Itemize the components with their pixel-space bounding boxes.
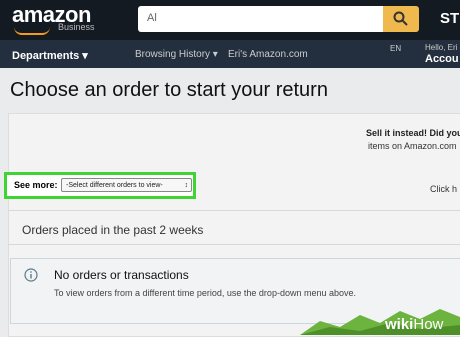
divider (8, 244, 460, 245)
departments-menu[interactable]: Departments ▾ (12, 49, 88, 62)
language-selector[interactable]: EN (390, 44, 401, 53)
amazon-com-link[interactable]: Eri's Amazon.com (228, 49, 308, 60)
alert-title: No orders or transactions (54, 268, 189, 282)
nav-bar: Departments ▾ Browsing History ▾ Eri's A… (0, 40, 460, 68)
info-icon (24, 268, 38, 282)
order-period-select[interactable]: -Select different orders to view- ↕ (61, 178, 192, 192)
orders-period-heading: Orders placed in the past 2 weeks (22, 223, 204, 237)
header-bar: amazon Business Al ST (0, 0, 460, 40)
logo-subtitle: Business (58, 22, 95, 32)
search-button[interactable] (383, 6, 419, 32)
alert-text: To view orders from a different time per… (54, 288, 356, 298)
wikihow-wiki-text: wiki (385, 316, 414, 333)
wikihow-watermark: wikiHow (385, 316, 443, 333)
browsing-history-link[interactable]: Browsing History ▾ (135, 49, 218, 60)
search-input-value: Al (147, 12, 157, 24)
see-more-filter: See more: -Select different orders to vi… (4, 172, 196, 199)
sell-instead-text: items on Amazon.com (368, 141, 457, 151)
click-here-link[interactable]: Click h (430, 184, 457, 194)
divider (8, 210, 460, 211)
order-period-select-value: -Select different orders to view- (66, 182, 163, 189)
header-right-text[interactable]: ST (440, 10, 459, 27)
wikihow-how-text: How (413, 316, 444, 333)
see-more-label: See more: (14, 180, 58, 190)
hello-greeting: Hello, Eri (425, 43, 458, 52)
search-input[interactable]: Al (138, 6, 383, 32)
page-title: Choose an order to start your return (10, 79, 328, 101)
select-arrows-icon: ↕ (184, 182, 189, 189)
search-icon (393, 11, 408, 26)
account-menu[interactable]: Accou (425, 53, 459, 65)
logo-smile-icon (14, 27, 50, 35)
sell-instead-title: Sell it instead! Did you (366, 128, 460, 138)
